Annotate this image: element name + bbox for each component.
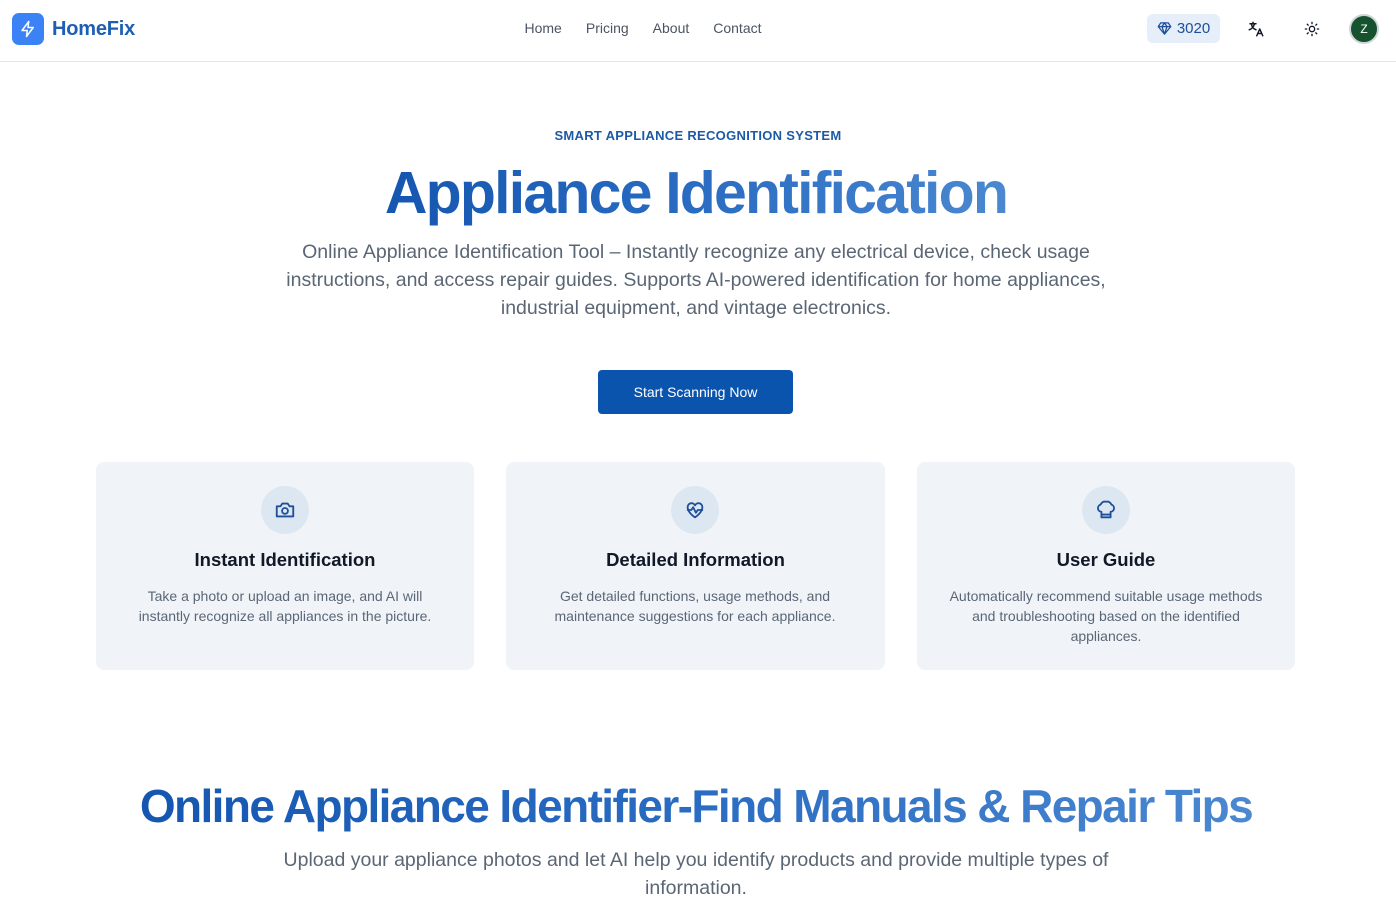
user-avatar[interactable]: Z — [1349, 14, 1379, 44]
credits-value: 3020 — [1176, 20, 1211, 37]
theme-toggle-button[interactable] — [1298, 15, 1326, 43]
feature-description: Take a photo or upload an image, and AI … — [138, 588, 432, 624]
credits-badge[interactable]: 3020 — [1147, 14, 1220, 43]
feature-card-user-guide: User Guide Automatically recommend suita… — [917, 462, 1295, 670]
chef-hat-icon — [1082, 486, 1130, 534]
feature-description: Get detailed functions, usage methods, a… — [554, 588, 836, 624]
section-title-text: Online Appliance Identifier-Find Manuals… — [139, 780, 1254, 832]
section-subtitle: Upload your appliance photos and let AI … — [283, 849, 1109, 899]
start-scanning-button[interactable]: Start Scanning Now — [598, 370, 793, 414]
feature-card-instant-identification: Instant Identification Take a photo or u… — [96, 462, 474, 670]
hero-title: Appliance Identification — [0, 158, 1392, 228]
nav-link-home[interactable]: Home — [525, 20, 562, 36]
hero-title-text: Appliance Identification — [384, 160, 1009, 226]
feature-title: Instant Identification — [194, 549, 376, 570]
hero-eyebrow: SMART APPLIANCE RECOGNITION SYSTEM — [554, 128, 842, 143]
nav-link-contact[interactable]: Contact — [713, 20, 761, 36]
sun-icon — [1304, 21, 1320, 37]
camera-icon — [261, 486, 309, 534]
feature-title: User Guide — [1056, 549, 1156, 570]
navbar: HomeFix Home Pricing About Contact 3020 … — [0, 0, 1396, 62]
main-nav: Home Pricing About Contact — [0, 20, 1286, 36]
feature-card-detailed-information: Detailed Information Get detailed functi… — [506, 462, 885, 670]
nav-link-pricing[interactable]: Pricing — [586, 20, 629, 36]
section-title: Online Appliance Identifier-Find Manuals… — [0, 778, 1392, 834]
translate-icon — [1247, 20, 1265, 38]
feature-title: Detailed Information — [606, 549, 785, 570]
feature-description: Automatically recommend suitable usage m… — [949, 588, 1263, 644]
language-button[interactable] — [1242, 15, 1270, 43]
heart-pulse-icon — [671, 486, 719, 534]
hero-subtitle: Online Appliance Identification Tool – I… — [286, 241, 1106, 319]
diamond-icon — [1157, 21, 1172, 36]
nav-link-about[interactable]: About — [653, 20, 690, 36]
